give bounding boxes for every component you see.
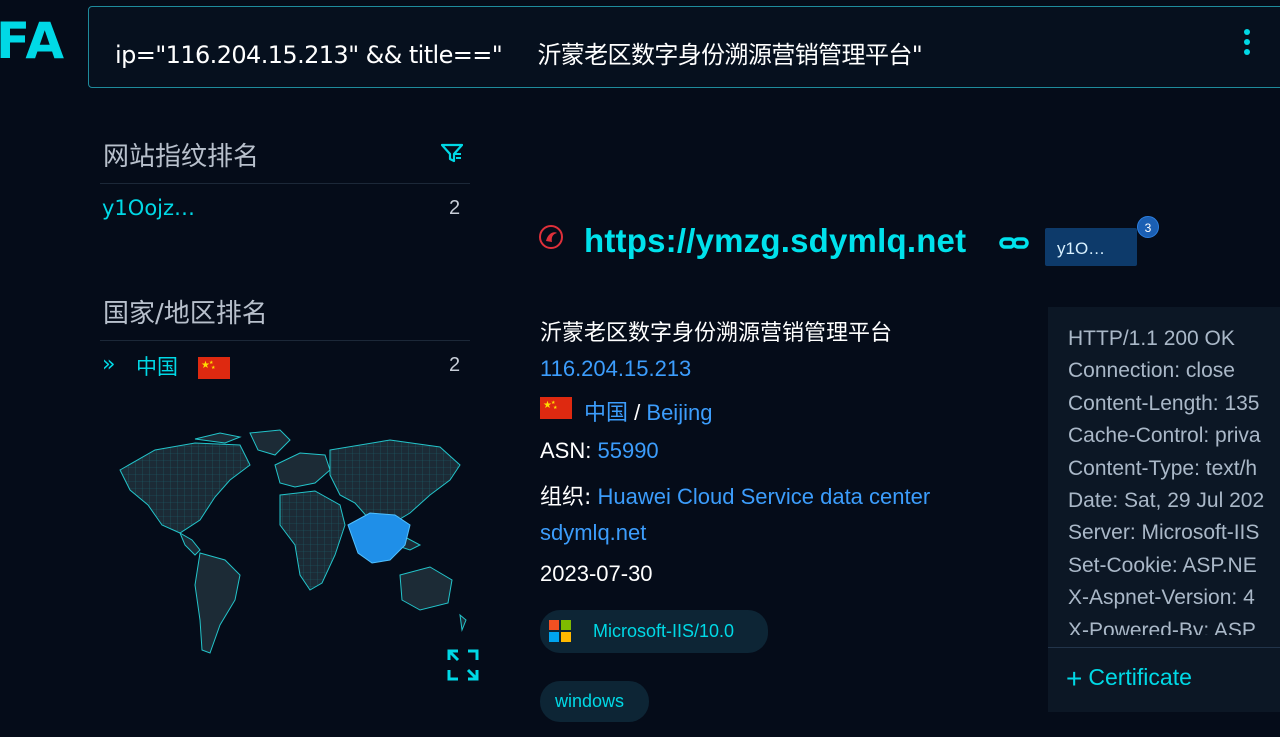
- domain-link[interactable]: sdymlq.net: [540, 520, 646, 546]
- expand-icon[interactable]: [446, 648, 480, 682]
- divider: [1048, 647, 1280, 648]
- asn-label: ASN:: [540, 438, 592, 463]
- http-headers: HTTP/1.1 200 OK Connection: close Conten…: [1068, 323, 1280, 635]
- ip-link[interactable]: 116.204.15.213: [540, 356, 691, 382]
- os-pill[interactable]: windows: [540, 681, 649, 722]
- search-input[interactable]: ip="116.204.15.213" && title==" 沂蒙老区数字身份…: [115, 35, 923, 70]
- server-pill-label: Microsoft-IIS/10.0: [593, 621, 735, 641]
- world-map[interactable]: [100, 425, 470, 660]
- windows-logo-icon: [548, 619, 572, 643]
- country-link[interactable]: 中国: [584, 401, 628, 426]
- divider: [100, 340, 470, 341]
- china-flag-icon: ★ ★ ★: [198, 357, 230, 379]
- fingerprint-tag[interactable]: y1O…: [1045, 228, 1137, 266]
- org-label: 组织:: [540, 485, 592, 510]
- country-item[interactable]: » 中国 ★ ★ ★: [102, 352, 232, 382]
- http-line: Content-Type: text/h: [1068, 456, 1258, 480]
- kebab-menu-icon[interactable]: [1241, 29, 1253, 65]
- http-response-panel: HTTP/1.1 200 OK Connection: close Conten…: [1048, 307, 1280, 712]
- fingerprint-ranking-title: 网站指纹排名: [103, 142, 260, 172]
- http-line: Content-Length: 135: [1068, 391, 1260, 415]
- plus-icon: +: [1066, 663, 1083, 694]
- os-pill-label: windows: [555, 691, 625, 711]
- tag-count-badge: 3: [1137, 216, 1159, 238]
- divider: [100, 183, 470, 184]
- country-ranking-title: 国家/地区排名: [103, 299, 268, 329]
- http-line: Cache-Control: priva: [1068, 424, 1261, 448]
- http-line: Set-Cookie: ASP.NE: [1068, 553, 1257, 577]
- result-url-link[interactable]: https://ymzg.sdymlq.net: [584, 222, 966, 260]
- link-icon[interactable]: [999, 234, 1029, 252]
- certificate-label: Certificate: [1088, 664, 1192, 690]
- http-line: Date: Sat, 29 Jul 202: [1068, 489, 1265, 513]
- http-line: Server: Microsoft-IIS: [1068, 521, 1260, 545]
- site-title: 沂蒙老区数字身份溯源营销管理平台: [540, 321, 893, 346]
- server-pill[interactable]: Microsoft-IIS/10.0: [540, 610, 768, 653]
- country-item-label[interactable]: 中国: [136, 351, 178, 381]
- http-line: HTTP/1.1 200 OK: [1068, 327, 1235, 350]
- org-link[interactable]: Huawei Cloud Service data center: [598, 484, 931, 509]
- http-line: Connection: close: [1068, 359, 1235, 383]
- site-favicon: [538, 224, 564, 250]
- filter-icon[interactable]: [440, 142, 464, 164]
- china-flag-icon: ★ ★ ★: [540, 397, 572, 419]
- date-text: 2023-07-30: [540, 561, 653, 586]
- http-line: X-Aspnet-Version: 4: [1068, 586, 1255, 610]
- fingerprint-item-label[interactable]: y1Oojz…: [102, 196, 195, 220]
- chevrons-right-icon: »: [102, 352, 116, 377]
- city-link[interactable]: Beijing: [646, 400, 712, 425]
- http-line: X-Powered-By: ASP: [1068, 618, 1256, 635]
- location-separator: /: [634, 400, 641, 425]
- asn-link[interactable]: 55990: [597, 438, 658, 463]
- search-bar[interactable]: ip="116.204.15.213" && title==" 沂蒙老区数字身份…: [88, 6, 1280, 88]
- certificate-toggle[interactable]: + Certificate: [1066, 663, 1192, 695]
- logo[interactable]: FA: [0, 12, 65, 70]
- country-item-count: 2: [449, 354, 461, 376]
- fingerprint-item-count: 2: [449, 197, 461, 219]
